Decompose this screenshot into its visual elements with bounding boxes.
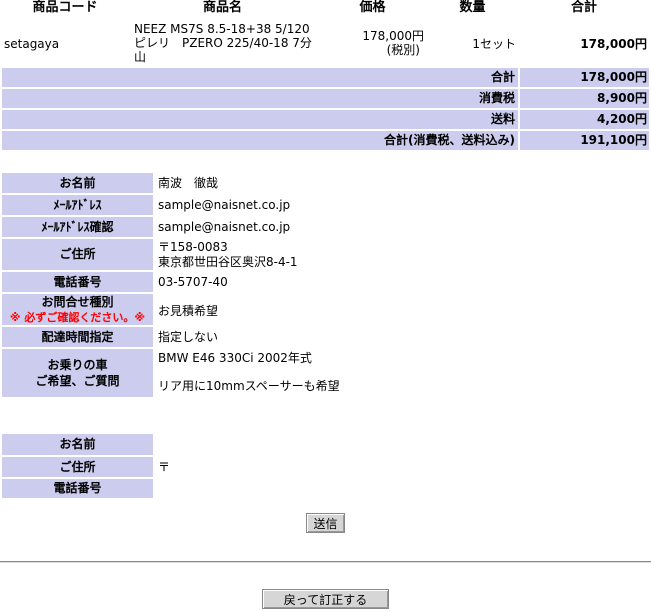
item-name-line2: ピレリ PZERO 225/40-18 7分: [134, 36, 312, 50]
value-email-confirm: sample@naisnet.co.jp: [158, 220, 291, 234]
back-button[interactable]: 戻って訂正する: [262, 589, 389, 609]
tax-value: 8,900円: [597, 91, 647, 105]
divider: [0, 561, 651, 563]
tax-label: 消費税: [478, 91, 515, 105]
item-name-line3: 山: [134, 50, 147, 64]
value-shipping-postal: 〒: [158, 460, 171, 474]
label-address: ご住所: [2, 239, 153, 270]
subtotal-label: 合計: [490, 70, 515, 84]
label-delivery-time: 配達時間指定: [2, 327, 153, 347]
item-code: setagaya: [4, 37, 60, 51]
value-email: sample@naisnet.co.jp: [158, 198, 291, 212]
value-inquiry-type: お見積希望: [158, 304, 219, 318]
label-name: お名前: [2, 173, 153, 193]
totals-row: [2, 89, 518, 108]
value-request: リア用に10mmスペーサーも希望: [158, 379, 340, 393]
item-name-line1: NEEZ MS7S 8.5-18+38 5/120: [134, 22, 310, 36]
header-total: 合計: [570, 0, 597, 15]
label-car-request: お乗りの車 ご希望、ご質問: [2, 349, 153, 397]
item-price-value: 178,000円: [362, 29, 424, 43]
header-quantity: 数量: [459, 0, 486, 15]
value-postal: 〒158-0083: [158, 240, 228, 254]
car-label: お乗りの車: [47, 358, 108, 372]
item-name: NEEZ MS7S 8.5-18+38 5/120 ピレリ PZERO 225/…: [134, 22, 314, 64]
value-address: 〒158-0083 東京都世田谷区奥沢8-4-1: [158, 240, 298, 270]
item-price: 178,000円 (税別): [330, 29, 424, 57]
subtotal-value: 178,000円: [580, 70, 647, 84]
item-quantity: 1セット: [472, 37, 516, 51]
label-inquiry-type: お問合せ種別 ※ 必ずご確認ください。※: [2, 294, 153, 325]
shipping-fee-value: 4,200円: [597, 112, 647, 126]
grand-total-label: 合計(消費税、送料込み): [384, 133, 515, 147]
value-delivery-time: 指定しない: [158, 330, 219, 344]
value-address-line: 東京都世田谷区奥沢8-4-1: [158, 255, 298, 269]
inquiry-type-title: お問合せ種別: [41, 295, 114, 309]
request-label: ご希望、ご質問: [35, 374, 120, 388]
header-product-code: 商品コード: [32, 0, 98, 15]
header-price: 価格: [359, 0, 386, 15]
item-price-note: (税別): [386, 43, 420, 57]
value-car: BMW E46 330Ci 2002年式: [158, 351, 312, 365]
grand-total-value: 191,100円: [580, 133, 647, 147]
label-email-confirm: ﾒｰﾙｱﾄﾞﾚｽ確認: [2, 217, 153, 237]
shipping-fee-label: 送料: [490, 112, 515, 126]
inquiry-type-warning: ※ 必ずご確認ください。※: [9, 311, 146, 324]
totals-row: [2, 68, 518, 87]
label-phone: 電話番号: [2, 272, 153, 292]
submit-button[interactable]: 送信: [306, 513, 345, 533]
label-shipping-phone: 電話番号: [2, 479, 153, 498]
label-shipping-address: ご住所: [2, 457, 153, 477]
item-total: 178,000円: [580, 37, 647, 51]
label-shipping-name: お名前: [2, 434, 153, 455]
label-email: ﾒｰﾙｱﾄﾞﾚｽ: [2, 195, 153, 215]
header-product-name: 商品名: [202, 0, 242, 15]
totals-row: [2, 110, 518, 129]
value-phone: 03-5707-40: [158, 275, 228, 289]
value-name: 南波 徹哉: [158, 176, 219, 190]
